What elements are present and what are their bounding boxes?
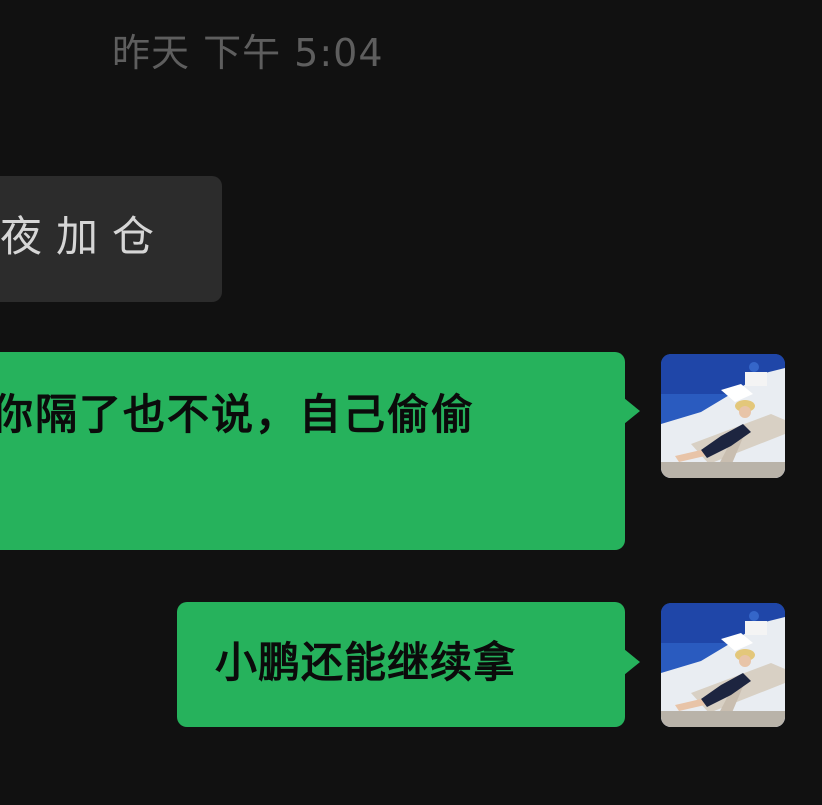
avatar[interactable] xyxy=(661,354,785,478)
outgoing-message-bubble[interactable]: 小鹏还能继续拿 xyxy=(177,602,640,727)
avatar[interactable] xyxy=(661,603,785,727)
outgoing-message-bubble[interactable]: 你隔了也不说，自己偷偷 xyxy=(0,352,640,550)
incoming-message-bubble[interactable]: 夜加仓 xyxy=(0,176,222,302)
chat-timestamp: 昨天 下午 5:04 xyxy=(112,31,384,75)
incoming-message-text: 夜加仓 xyxy=(0,212,169,261)
bubble-tail xyxy=(624,398,640,424)
outgoing-message-text: 小鹏还能继续拿 xyxy=(215,638,517,687)
outgoing-message-text: 你隔了也不说，自己偷偷 xyxy=(0,390,476,439)
avatar-photo-icon xyxy=(661,603,785,727)
bubble-tail xyxy=(624,649,640,675)
avatar-photo-icon xyxy=(661,354,785,478)
